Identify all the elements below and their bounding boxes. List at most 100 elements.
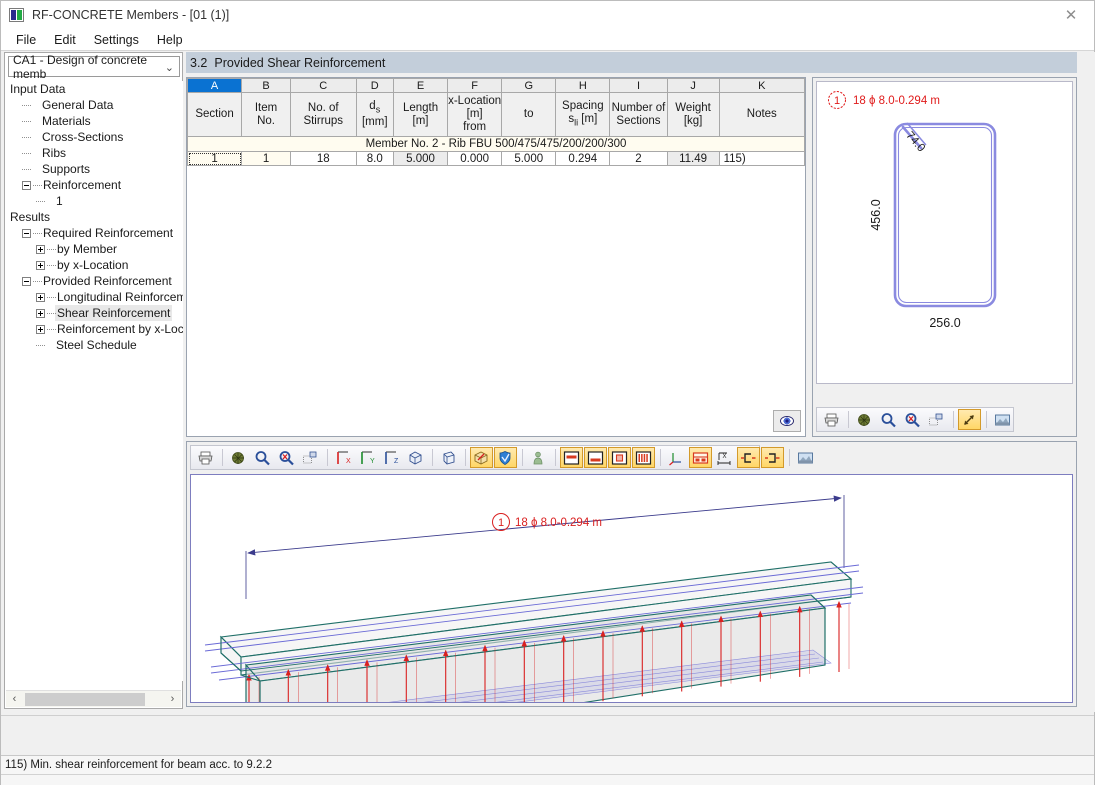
menu-item-help[interactable]: Help	[148, 31, 192, 49]
column-header-B[interactable]: B	[241, 78, 291, 93]
table-cell[interactable]: 115)	[718, 151, 806, 166]
table-cell[interactable]: 0.294	[555, 151, 611, 166]
transparency-button[interactable]	[494, 447, 517, 468]
coordinate-system-button[interactable]	[665, 447, 688, 468]
rendering-toolbar[interactable]: XYZX	[190, 445, 813, 470]
view-in-y-button[interactable]: Y	[356, 447, 379, 468]
cross-section-canvas[interactable]: 1 18 ϕ 8.0-0.294 m 74.0 456.0 256.0	[816, 81, 1073, 384]
sidebar-item-provided-reinforcement[interactable]: Provided Reinforcement	[6, 273, 183, 289]
table-header-cell: to	[501, 92, 557, 137]
isometric-view-button[interactable]	[404, 447, 427, 468]
show-rebars-button[interactable]	[632, 447, 655, 468]
view-in-x-button[interactable]: X	[332, 447, 355, 468]
table-group-row[interactable]: Member No. 2 - Rib FBU 500/475/475/200/2…	[187, 136, 805, 152]
table-cell[interactable]: 8.0	[355, 151, 394, 166]
zoom-window-icon	[929, 413, 943, 425]
sidebar-item-by-member[interactable]: by Member	[6, 241, 183, 257]
collapse-icon[interactable]	[22, 180, 31, 190]
sidebar-item-by-x-location[interactable]: by x-Location	[6, 257, 183, 273]
chevron-down-icon[interactable]: ⌄	[165, 61, 174, 74]
column-header-D[interactable]: D	[355, 78, 394, 93]
column-header-E[interactable]: E	[392, 78, 449, 93]
results-table[interactable]: A B C D E F G H I J K Section Item No. No. of Stirrups d…	[186, 78, 806, 166]
cross-section-toolbar[interactable]	[816, 407, 1014, 432]
view-eye-button[interactable]	[773, 410, 801, 432]
background-button[interactable]	[794, 447, 817, 468]
zoom-reset-button[interactable]	[901, 409, 924, 430]
background-button[interactable]	[991, 409, 1014, 430]
scroll-right-icon[interactable]: ›	[164, 691, 181, 708]
column-header-F[interactable]: F	[447, 78, 503, 93]
zoom-in-button[interactable]	[877, 409, 900, 430]
design-case-combo[interactable]: CA1 - Design of concrete memb ⌄	[8, 53, 180, 81]
scroll-left-icon[interactable]: ‹	[6, 691, 23, 708]
expand-icon[interactable]	[36, 260, 45, 270]
render-mode-button[interactable]	[853, 409, 876, 430]
column-header-J[interactable]: J	[666, 78, 720, 93]
table-cell[interactable]: 5.000	[501, 151, 557, 166]
rendering-canvas[interactable]: 1 18 ϕ 8.0-0.294 m	[190, 474, 1073, 703]
menu-item-edit[interactable]: Edit	[45, 31, 85, 49]
print-button[interactable]	[820, 409, 843, 430]
show-numbering-button[interactable]	[689, 447, 712, 468]
dimensions-button[interactable]	[958, 409, 981, 430]
menu-item-settings[interactable]: Settings	[85, 31, 148, 49]
show-stirrups-button[interactable]	[608, 447, 631, 468]
expand-icon[interactable]	[36, 292, 45, 302]
column-header-H[interactable]: H	[555, 78, 611, 93]
table-cell[interactable]: 1	[241, 151, 291, 166]
collapse-icon[interactable]	[22, 228, 31, 238]
perspective-button[interactable]	[437, 447, 460, 468]
scrollbar-thumb[interactable]	[25, 692, 145, 706]
table-cell[interactable]: 18	[289, 151, 357, 166]
table-cell[interactable]: 5.000	[392, 151, 449, 166]
sidebar-item-reinforcement-by-x-locatic[interactable]: Reinforcement by x-Locatic	[6, 321, 183, 337]
collapse-icon[interactable]	[22, 276, 31, 286]
sidebar-item-materials[interactable]: Materials	[6, 113, 183, 129]
table-row[interactable]: 1 1 18 8.0 5.000 0.000 5.000 0.294 2 11.49 115)	[186, 151, 806, 166]
column-header-A[interactable]: A	[186, 78, 243, 93]
render-mode-button[interactable]	[227, 447, 250, 468]
table-cell[interactable]: 11.49	[666, 151, 720, 166]
sidebar-item-general-data[interactable]: General Data	[6, 97, 183, 113]
navigation-tree[interactable]: Input Data General Data Materials Cross-Sec…	[6, 81, 183, 681]
sidebar-item-results[interactable]: Results	[6, 209, 183, 225]
sidebar-item-label: Reinforcement	[43, 178, 122, 192]
solid-model-button[interactable]	[470, 447, 493, 468]
show-dimensions-button[interactable]: X	[713, 447, 736, 468]
sidebar-item-1[interactable]: 1	[6, 193, 183, 209]
sidebar-item-reinforcement[interactable]: Reinforcement	[6, 177, 183, 193]
table-cell[interactable]: 1	[186, 151, 243, 166]
zoom-in-button[interactable]	[251, 447, 274, 468]
sidebar-item-input-data[interactable]: Input Data	[6, 81, 183, 97]
person-scale-button[interactable]	[527, 447, 550, 468]
sidebar-item-cross-sections[interactable]: Cross-Sections	[6, 129, 183, 145]
expand-icon[interactable]	[36, 308, 45, 318]
column-header-I[interactable]: I	[609, 78, 668, 93]
sidebar-item-ribs[interactable]: Ribs	[6, 145, 183, 161]
table-cell[interactable]: 2	[609, 151, 668, 166]
sidebar-horizontal-scrollbar[interactable]: ‹ ›	[6, 690, 181, 707]
sidebar-item-longitudinal-reinforcement[interactable]: Longitudinal Reinforcement	[6, 289, 183, 305]
expand-icon[interactable]	[36, 244, 45, 254]
column-header-K[interactable]: K	[718, 78, 806, 93]
sidebar-item-steel-schedule[interactable]: Steel Schedule	[6, 337, 183, 353]
bar-shape-left-button[interactable]	[737, 447, 760, 468]
column-header-C[interactable]: C	[289, 78, 357, 93]
table-cell[interactable]: 0.000	[447, 151, 503, 166]
sidebar-item-required-reinforcement[interactable]: Required Reinforcement	[6, 225, 183, 241]
print-button[interactable]	[194, 447, 217, 468]
bar-shape-right-button[interactable]	[761, 447, 784, 468]
expand-icon[interactable]	[36, 324, 45, 334]
zoom-window-button[interactable]	[925, 409, 948, 430]
show-concrete-button[interactable]	[560, 447, 583, 468]
column-header-G[interactable]: G	[501, 78, 557, 93]
zoom-reset-button[interactable]	[275, 447, 298, 468]
sidebar-item-supports[interactable]: Supports	[6, 161, 183, 177]
zoom-window-button[interactable]	[299, 447, 322, 468]
menu-item-file[interactable]: File	[7, 31, 45, 49]
show-section-button[interactable]	[584, 447, 607, 468]
view-in-z-button[interactable]: Z	[380, 447, 403, 468]
sidebar-item-shear-reinforcement[interactable]: Shear Reinforcement	[6, 305, 183, 321]
close-icon[interactable]: ✕	[1048, 1, 1094, 29]
